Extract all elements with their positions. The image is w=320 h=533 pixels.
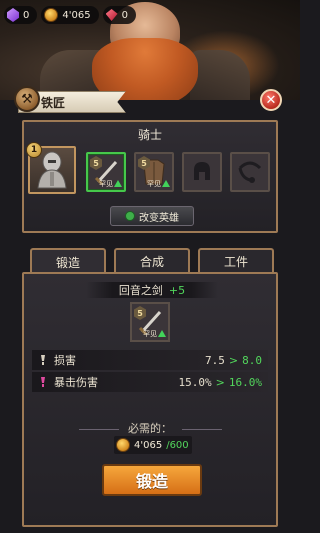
tab-craft-label: 合成 bbox=[139, 254, 164, 269]
tab-artifact[interactable]: 工件 bbox=[198, 248, 274, 272]
purple-gem-icon bbox=[7, 8, 19, 22]
item-upgrade-level: +5 bbox=[168, 283, 186, 297]
gold-coin-icon bbox=[116, 438, 130, 452]
crit-damage-icon bbox=[41, 377, 45, 387]
helmet-icon bbox=[194, 162, 210, 180]
gold-counter[interactable]: 4'065 bbox=[41, 6, 99, 24]
blacksmith-screen: 0 4'065 0 铁匠 ⚒ ✕ 骑士 1 5 罕见 5 罕见 改变英雄 锻造 … bbox=[0, 0, 300, 533]
stat-row-damage: 损害 7.5 > 8.0 bbox=[32, 350, 268, 370]
equipment-slot-helmet[interactable] bbox=[182, 152, 222, 192]
arrow-icon: > bbox=[215, 375, 225, 389]
equipment-slot-sword[interactable]: 5 罕见 bbox=[86, 152, 126, 192]
forge-panel: 回音之剑 +5 5 罕见 损害 7.5 > 8.0 暴击伤害 15.0% > 1… bbox=[22, 272, 278, 527]
stat-next: 16.0% bbox=[228, 375, 262, 389]
dwarf-beard bbox=[92, 38, 198, 100]
item-name: 回音之剑 bbox=[118, 284, 163, 297]
stat-current: 7.5 bbox=[205, 353, 225, 367]
hero-level-badge: 1 bbox=[26, 142, 42, 158]
arrow-icon: > bbox=[228, 353, 239, 367]
forge-button-label: 锻造 bbox=[135, 472, 168, 491]
red-gem-amount: 0 bbox=[121, 9, 128, 21]
stat-current: 15.0% bbox=[178, 375, 212, 389]
tab-artifact-label: 工件 bbox=[223, 254, 248, 269]
close-button[interactable]: ✕ bbox=[260, 89, 282, 111]
purple-gem-counter[interactable]: 0 bbox=[4, 6, 38, 24]
forge-button[interactable]: 锻造 bbox=[102, 464, 202, 496]
equipment-slot-armor[interactable]: 5 罕见 bbox=[134, 152, 174, 192]
gold-coin-icon bbox=[44, 8, 59, 22]
gold-amount: 4'065 bbox=[62, 9, 91, 21]
hero-portrait[interactable]: 1 bbox=[26, 142, 76, 194]
stat-label: 损害 bbox=[54, 354, 76, 367]
cost-have: 4'065 bbox=[134, 439, 163, 451]
change-hero-button[interactable]: 改变英雄 bbox=[110, 206, 194, 226]
stat-label: 暴击伤害 bbox=[54, 376, 98, 389]
hero-panel: 骑士 1 5 罕见 5 罕见 改变英雄 bbox=[22, 120, 278, 233]
selected-item-slot[interactable]: 5 罕见 bbox=[130, 302, 170, 342]
red-gem-icon bbox=[105, 9, 118, 21]
red-gem-counter[interactable]: 0 bbox=[102, 6, 136, 24]
hero-name: 骑士 bbox=[137, 128, 162, 142]
item-header: 回音之剑 +5 bbox=[86, 282, 218, 298]
upgrade-arrow-icon bbox=[162, 180, 170, 187]
purple-gem-amount: 0 bbox=[23, 9, 30, 21]
tab-bar: 锻造 合成 工件 bbox=[30, 248, 274, 274]
equipment-slot-amulet[interactable] bbox=[230, 152, 270, 192]
tab-craft[interactable]: 合成 bbox=[114, 248, 190, 272]
damage-icon bbox=[41, 355, 45, 365]
hammer-icon: ⚒ bbox=[14, 86, 40, 112]
cost-display: 4'065/600 bbox=[114, 436, 192, 454]
swap-icon bbox=[125, 211, 135, 221]
cost-need: /600 bbox=[166, 439, 189, 451]
tab-forge-label: 锻造 bbox=[55, 255, 80, 270]
stat-next: 8.0 bbox=[242, 353, 262, 367]
required-text: 必需的： bbox=[128, 422, 172, 435]
stat-row-crit-damage: 暴击伤害 15.0% > 16.0% bbox=[32, 372, 268, 392]
required-label: 必需的： bbox=[24, 420, 276, 436]
page-title: 铁匠 bbox=[41, 95, 66, 110]
upgrade-arrow-icon bbox=[158, 330, 166, 337]
currency-bar: 0 4'065 0 bbox=[0, 6, 136, 26]
tab-forge[interactable]: 锻造 bbox=[30, 248, 106, 274]
change-hero-label: 改变英雄 bbox=[139, 212, 179, 224]
amulet-icon bbox=[238, 161, 262, 183]
upgrade-arrow-icon bbox=[114, 180, 122, 187]
